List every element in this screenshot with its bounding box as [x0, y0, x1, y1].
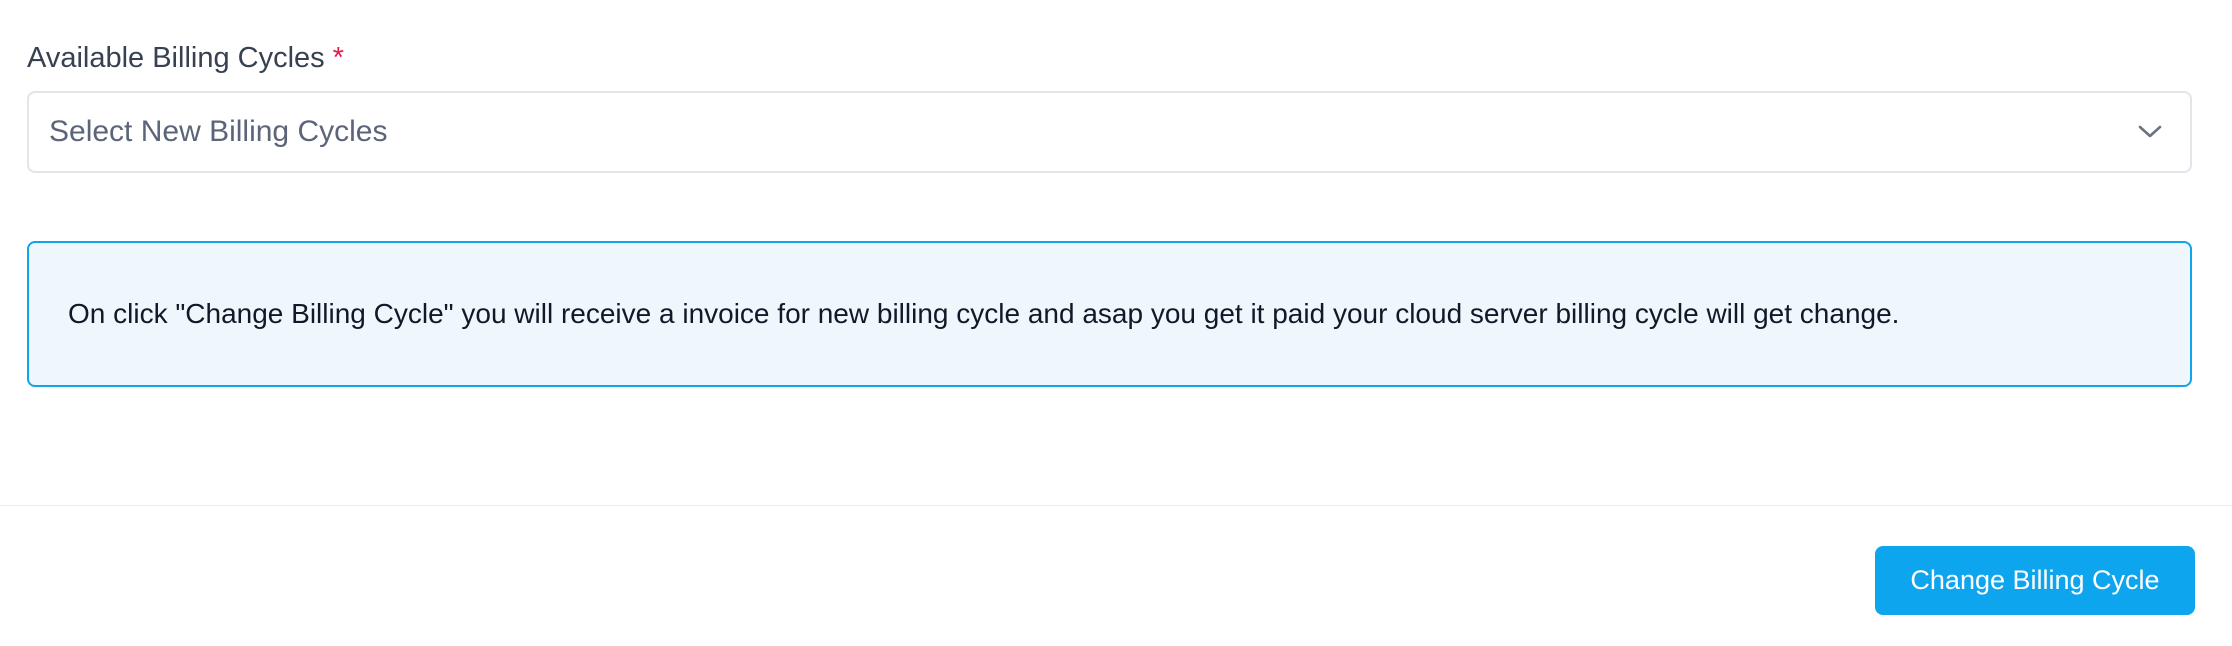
required-marker: *	[332, 42, 344, 74]
billing-cycles-select[interactable]: Select New Billing Cycles	[27, 91, 2192, 173]
change-billing-cycle-form: Available Billing Cycles * Select New Bil…	[0, 0, 2232, 646]
info-notice-text: On click "Change Billing Cycle" you will…	[68, 298, 1900, 329]
info-notice: On click "Change Billing Cycle" you will…	[27, 241, 2192, 387]
chevron-down-icon	[2136, 118, 2164, 146]
billing-cycles-label-text: Available Billing Cycles	[27, 42, 325, 74]
change-billing-cycle-button[interactable]: Change Billing Cycle	[1875, 546, 2195, 615]
footer-divider	[0, 505, 2232, 506]
billing-cycles-label: Available Billing Cycles *	[27, 38, 344, 78]
billing-cycles-select-placeholder: Select New Billing Cycles	[49, 115, 388, 148]
